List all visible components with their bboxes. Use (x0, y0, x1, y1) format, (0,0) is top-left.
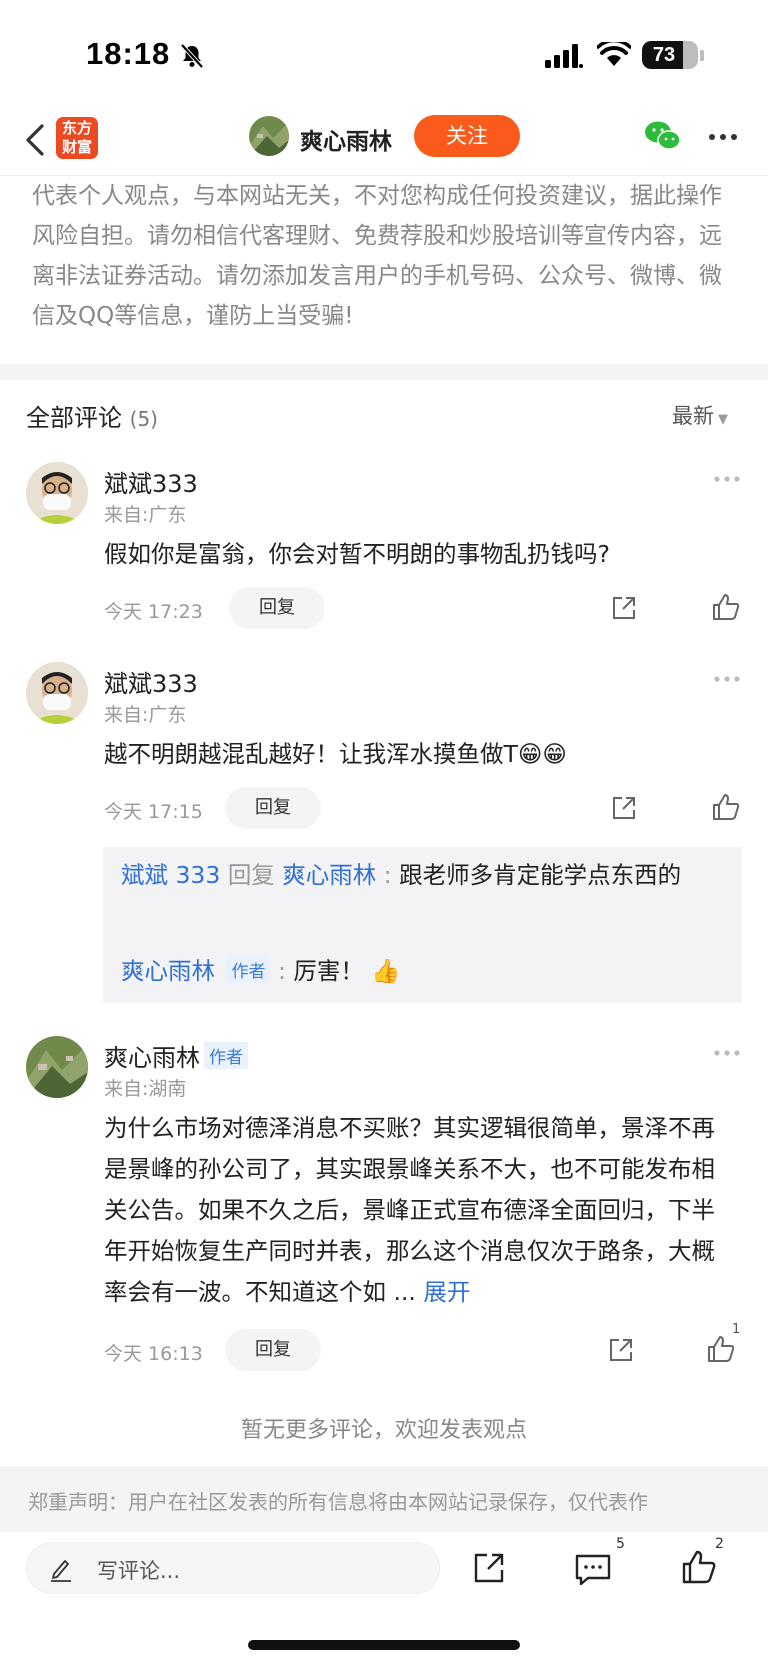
status-time: 18:18 (86, 36, 171, 71)
all-comments-label: 全部评论 (26, 404, 122, 432)
author-name[interactable]: 爽心雨林 (300, 122, 392, 156)
wifi-icon (597, 42, 631, 66)
author-tag: 作者 (204, 1042, 248, 1069)
sort-label: 最新 (672, 404, 714, 428)
sub-reply-text: 跟老师多肯定能学点东西的 (399, 861, 682, 889)
share-icon[interactable] (472, 1551, 506, 1585)
thumbs-up-icon[interactable] (706, 1334, 736, 1364)
bottom-disclaimer: 郑重声明：用户在社区发表的所有信息将由本网站记录保存，仅代表作 (0, 1466, 768, 1532)
battery-percent: 73 (652, 44, 676, 66)
comment-text: 为什么市场对德泽消息不买账？其实逻辑很简单，景泽不再是景峰的孙公司了，其实跟景峰… (104, 1108, 730, 1313)
like-total: 2 (715, 1536, 724, 1552)
no-more-comments: 暂无更多评论，欢迎发表观点 (240, 1418, 527, 1443)
app-logo[interactable]: 东方 财富 (56, 117, 98, 159)
thumbs-up-icon[interactable] (711, 792, 741, 822)
caret-down-icon: ▼ (718, 412, 728, 427)
write-comment-input[interactable]: 写评论... (26, 1542, 440, 1594)
follow-button[interactable]: 关注 (414, 115, 520, 157)
comment-time: 今天 17:15 (104, 801, 203, 823)
reply-button[interactable]: 回复 (229, 587, 325, 629)
sub-reply-item[interactable]: 爽心雨林 作者 : 厉害！ 👍 (121, 952, 401, 986)
reply-button[interactable]: 回复 (225, 1329, 321, 1371)
commenter-avatar[interactable] (26, 462, 88, 524)
comment-total: 5 (616, 1536, 625, 1552)
reply-button[interactable]: 回复 (225, 787, 321, 829)
wechat-icon[interactable] (644, 120, 682, 152)
sub-reply-colon: : (270, 957, 294, 985)
app-logo-line2: 财富 (61, 138, 92, 156)
section-divider (0, 364, 768, 380)
commenter-name[interactable]: 爽心雨林 作者 (104, 1038, 248, 1073)
like-count: 1 (732, 1322, 741, 1337)
back-chevron-icon[interactable] (22, 120, 48, 160)
commenter-avatar[interactable] (26, 662, 88, 724)
sub-reply-from[interactable]: 爽心雨林 (121, 957, 215, 985)
battery-icon: 73 (642, 41, 698, 69)
disclaimer-text: 代表个人观点，与本网站无关，不对您构成任何投资建议，据此操作风险自担。请勿相信代… (32, 183, 722, 329)
author-avatar[interactable] (249, 116, 289, 156)
commenter-avatar[interactable] (26, 1036, 88, 1098)
share-icon[interactable] (610, 794, 638, 822)
share-icon[interactable] (610, 594, 638, 622)
expand-link[interactable]: 展开 (423, 1278, 470, 1306)
thumbs-up-icon[interactable] (681, 1549, 717, 1585)
status-bar: 18:18 73 (0, 0, 768, 108)
commenter-location: 来自:广东 (104, 704, 187, 726)
author-tag: 作者 (226, 956, 271, 983)
comment-count: (5) (129, 407, 158, 431)
sub-reply-colon: : (376, 861, 400, 889)
sub-replies-box: 斌斌 333 回复 爽心雨林 : 跟老师多肯定能学点东西的 爽心雨林 作者 : … (103, 847, 742, 1003)
write-comment-placeholder: 写评论... (97, 1559, 181, 1583)
battery-cap (700, 50, 704, 61)
more-dots-icon[interactable] (708, 132, 738, 142)
comment-text: 越不明朗越混乱越好！让我浑水摸鱼做T😁😁 (104, 740, 567, 768)
all-comments-title: 全部评论 (5) (26, 398, 158, 433)
share-icon[interactable] (607, 1336, 635, 1364)
pencil-icon (51, 1560, 71, 1582)
comment-more-icon[interactable] (713, 675, 741, 683)
sub-reply-text: 厉害！ 👍 (293, 957, 401, 985)
sub-reply-item[interactable]: 斌斌 333 回复 爽心雨林 : 跟老师多肯定能学点东西的 (121, 855, 731, 896)
comment-text: 假如你是富翁，你会对暂不明朗的事物乱扔钱吗? (104, 540, 610, 568)
comment-bubble-icon[interactable] (574, 1553, 612, 1587)
sub-reply-verb: 回复 (227, 861, 275, 889)
comment-time: 今天 16:13 (104, 1343, 203, 1365)
comment-more-icon[interactable] (713, 475, 741, 483)
nav-header: 东方 财富 爽心雨林 关注 (0, 108, 768, 176)
bell-slash-icon (180, 43, 204, 69)
home-indicator (248, 1640, 520, 1650)
cellular-signal-icon (545, 44, 583, 68)
sort-dropdown[interactable]: 最新 ▼ (672, 400, 728, 430)
app-logo-line1: 东方 (61, 119, 92, 137)
commenter-name[interactable]: 斌斌333 (104, 464, 198, 499)
commenter-location: 来自:湖南 (104, 1078, 187, 1100)
sub-reply-to[interactable]: 爽心雨林 (282, 861, 376, 889)
comment-text-body: 为什么市场对德泽消息不买账？其实逻辑很简单，景泽不再是景峰的孙公司了，其实跟景峰… (104, 1114, 715, 1306)
sub-reply-from[interactable]: 斌斌 333 (121, 861, 220, 889)
commenter-location: 来自:广东 (104, 504, 187, 526)
comment-more-icon[interactable] (713, 1049, 741, 1057)
commenter-name-text[interactable]: 爽心雨林 (104, 1044, 200, 1072)
commenter-name[interactable]: 斌斌333 (104, 664, 198, 699)
thumbs-up-icon[interactable] (711, 592, 741, 622)
bottom-disclaimer-text: 郑重声明：用户在社区发表的所有信息将由本网站记录保存，仅代表作 (28, 1490, 648, 1514)
comment-time: 今天 17:23 (104, 601, 203, 623)
